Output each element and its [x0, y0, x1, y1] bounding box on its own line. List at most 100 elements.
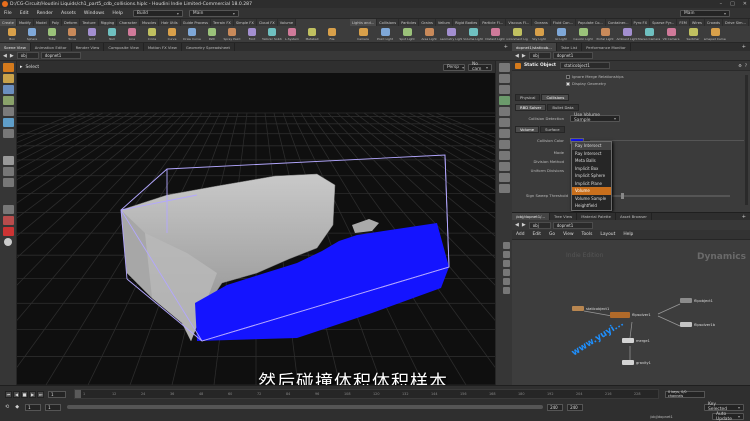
display-options-icon[interactable]	[4, 238, 12, 246]
color-slider-track[interactable]	[590, 140, 744, 141]
network-path-root[interactable]: obj	[528, 221, 551, 229]
shelf-tool[interactable]: Line	[122, 27, 142, 41]
keyframe-icon[interactable]: ◆	[15, 404, 19, 410]
render-region-icon[interactable]	[2, 205, 14, 214]
menu-help[interactable]: Help	[108, 11, 126, 16]
gear-icon[interactable]: ⚙	[738, 63, 742, 68]
shelf-tool[interactable]: Circle	[142, 27, 162, 41]
shelf-tab[interactable]: Particles	[399, 19, 420, 26]
desktop-select[interactable]: Build	[132, 9, 183, 17]
shelf-tool[interactable]: Curve	[162, 27, 182, 41]
shadows-icon[interactable]	[498, 129, 510, 138]
mode-option-meta-balls[interactable]: Meta Balls	[572, 157, 611, 165]
snap-tool-icon[interactable]	[2, 156, 14, 165]
shelf-tab[interactable]: Simple FX	[234, 19, 257, 26]
tab-bullet-data[interactable]: Bullet Data	[547, 103, 579, 111]
shelf-tab[interactable]: Volume	[278, 19, 297, 26]
shelf-tool[interactable]: Platonic Solids	[262, 27, 282, 41]
shelf-tool[interactable]: Ambient Light	[616, 27, 638, 41]
shelf-tab[interactable]: Lights and...	[350, 19, 378, 26]
layout-select[interactable]: Main	[680, 9, 730, 17]
key-selected-button[interactable]: Key Selected	[704, 402, 744, 412]
node-name-field[interactable]: staticobject1	[560, 62, 611, 69]
record-icon[interactable]	[2, 227, 14, 236]
shelf-tool[interactable]: Camera	[352, 27, 374, 41]
shelf-tab[interactable]: Populate Co...	[576, 19, 606, 26]
view-tool-icon[interactable]	[2, 129, 14, 138]
net-menu-help[interactable]: Help	[619, 232, 637, 237]
shelf-tool[interactable]: Distant Light	[484, 27, 506, 41]
end-frame-field[interactable]: 240	[547, 403, 564, 411]
tab-composite-view[interactable]: Composite View	[104, 43, 144, 51]
background-icon[interactable]	[498, 140, 510, 149]
playhead[interactable]	[75, 390, 81, 398]
shelf-tab[interactable]: Vellum	[436, 19, 454, 26]
points-display-icon[interactable]	[498, 96, 510, 105]
shelf-tool[interactable]: Sky Light	[528, 27, 550, 41]
tab-motion-fx-view[interactable]: Motion FX View	[144, 43, 182, 51]
viewport-3d[interactable]	[17, 73, 495, 385]
net-menu-layout[interactable]: Layout	[596, 232, 619, 237]
ghost-icon[interactable]	[498, 151, 510, 160]
range-slider[interactable]	[67, 405, 544, 409]
shelf-tab[interactable]: Particle Fl...	[480, 19, 507, 26]
display-geometry-row[interactable]: Display Geometry	[566, 80, 750, 87]
shelf-tab[interactable]: Rigging	[99, 19, 118, 26]
network-editor[interactable]: Indie Edition Dynamics staticobject1 fli…	[512, 240, 750, 385]
shaded-icon[interactable]	[498, 85, 510, 94]
shelf-tool[interactable]: Grid	[82, 27, 102, 41]
net-menu-add[interactable]: Add	[512, 232, 529, 237]
camera-menu[interactable]: No cam	[468, 62, 492, 72]
shelf-tab[interactable]: Character	[117, 19, 140, 26]
param-path-node[interactable]: dopnet1	[552, 52, 593, 59]
context-select[interactable]: Main	[188, 9, 239, 17]
path-node-field[interactable]: dopnet1	[40, 52, 81, 59]
display-mode-icon[interactable]	[498, 63, 510, 72]
scale-tool-icon[interactable]	[2, 96, 14, 105]
shelf-tab[interactable]: Drive Sim...	[723, 19, 749, 26]
grid-snap-icon[interactable]	[2, 167, 14, 176]
net-menu-go[interactable]: Go	[545, 232, 559, 237]
shelf-tool[interactable]: Sphere	[22, 27, 42, 41]
sign-sweep-handle[interactable]	[620, 192, 624, 199]
shelf-tool[interactable]: VR Camera	[660, 27, 682, 41]
tab-geometry-spreadsheet[interactable]: Geometry Spreadsheet	[182, 43, 235, 51]
shelf-tab[interactable]: Texture	[80, 19, 99, 26]
play-button[interactable]: ▶	[29, 390, 36, 398]
shelf-tab[interactable]: Container...	[606, 19, 632, 26]
guide-icon[interactable]	[498, 173, 510, 182]
net-menu-tools[interactable]: Tools	[578, 232, 597, 237]
end-frame-field-2[interactable]: 240	[567, 403, 584, 411]
net-tool-grid-icon[interactable]	[502, 260, 510, 267]
collision-detection-select[interactable]: Use Volume Sample	[570, 113, 620, 123]
shelf-tab[interactable]: Wires	[690, 19, 705, 26]
shelf-tool[interactable]: Spray Paint	[222, 27, 242, 41]
add-param-tab-icon[interactable]: +	[742, 44, 746, 50]
realtime-toggle-icon[interactable]: ⟲	[5, 404, 9, 410]
shelf-tab[interactable]: Deform	[62, 19, 81, 26]
tab-collisions[interactable]: Collisions	[541, 93, 570, 101]
shelf-tab[interactable]: Grains	[419, 19, 436, 26]
step-back-button[interactable]: ◀	[13, 390, 20, 398]
persp-menu[interactable]: Persp	[443, 63, 465, 71]
network-forward-icon[interactable]: ▶	[522, 222, 526, 228]
select-mode-icon[interactable]: ▸	[20, 64, 23, 70]
shelf-tool[interactable]: Metaball	[302, 27, 322, 41]
tab-take-list[interactable]: Take List	[557, 43, 583, 51]
mode-option-implicit-box[interactable]: Implicit Box	[572, 165, 611, 173]
shelf-tab[interactable]: Viscous Fl...	[506, 19, 533, 26]
tab-animation-editor[interactable]: Animation Editor	[31, 43, 72, 51]
shelf-tab[interactable]: Terrain FX	[211, 19, 234, 26]
node-flipsolver1[interactable]: flipsolver1	[610, 312, 651, 318]
tab-performance-monitor[interactable]: Performance Monitor	[582, 43, 631, 51]
ignore-merge-checkbox[interactable]	[566, 74, 570, 79]
shelf-tool[interactable]: Portal Light	[594, 27, 616, 41]
start-frame-field-2[interactable]: 1	[45, 403, 62, 411]
pose-tool-icon[interactable]	[2, 118, 14, 127]
shelf-tool[interactable]: Switcher	[682, 27, 704, 41]
shelf-tab[interactable]: Modify	[17, 19, 34, 26]
shelf-tool[interactable]: Environment Light	[506, 27, 528, 41]
rotate-tool-icon[interactable]	[2, 85, 14, 94]
help-icon[interactable]: ?	[745, 63, 747, 68]
shelf-tool[interactable]: File	[322, 27, 342, 41]
